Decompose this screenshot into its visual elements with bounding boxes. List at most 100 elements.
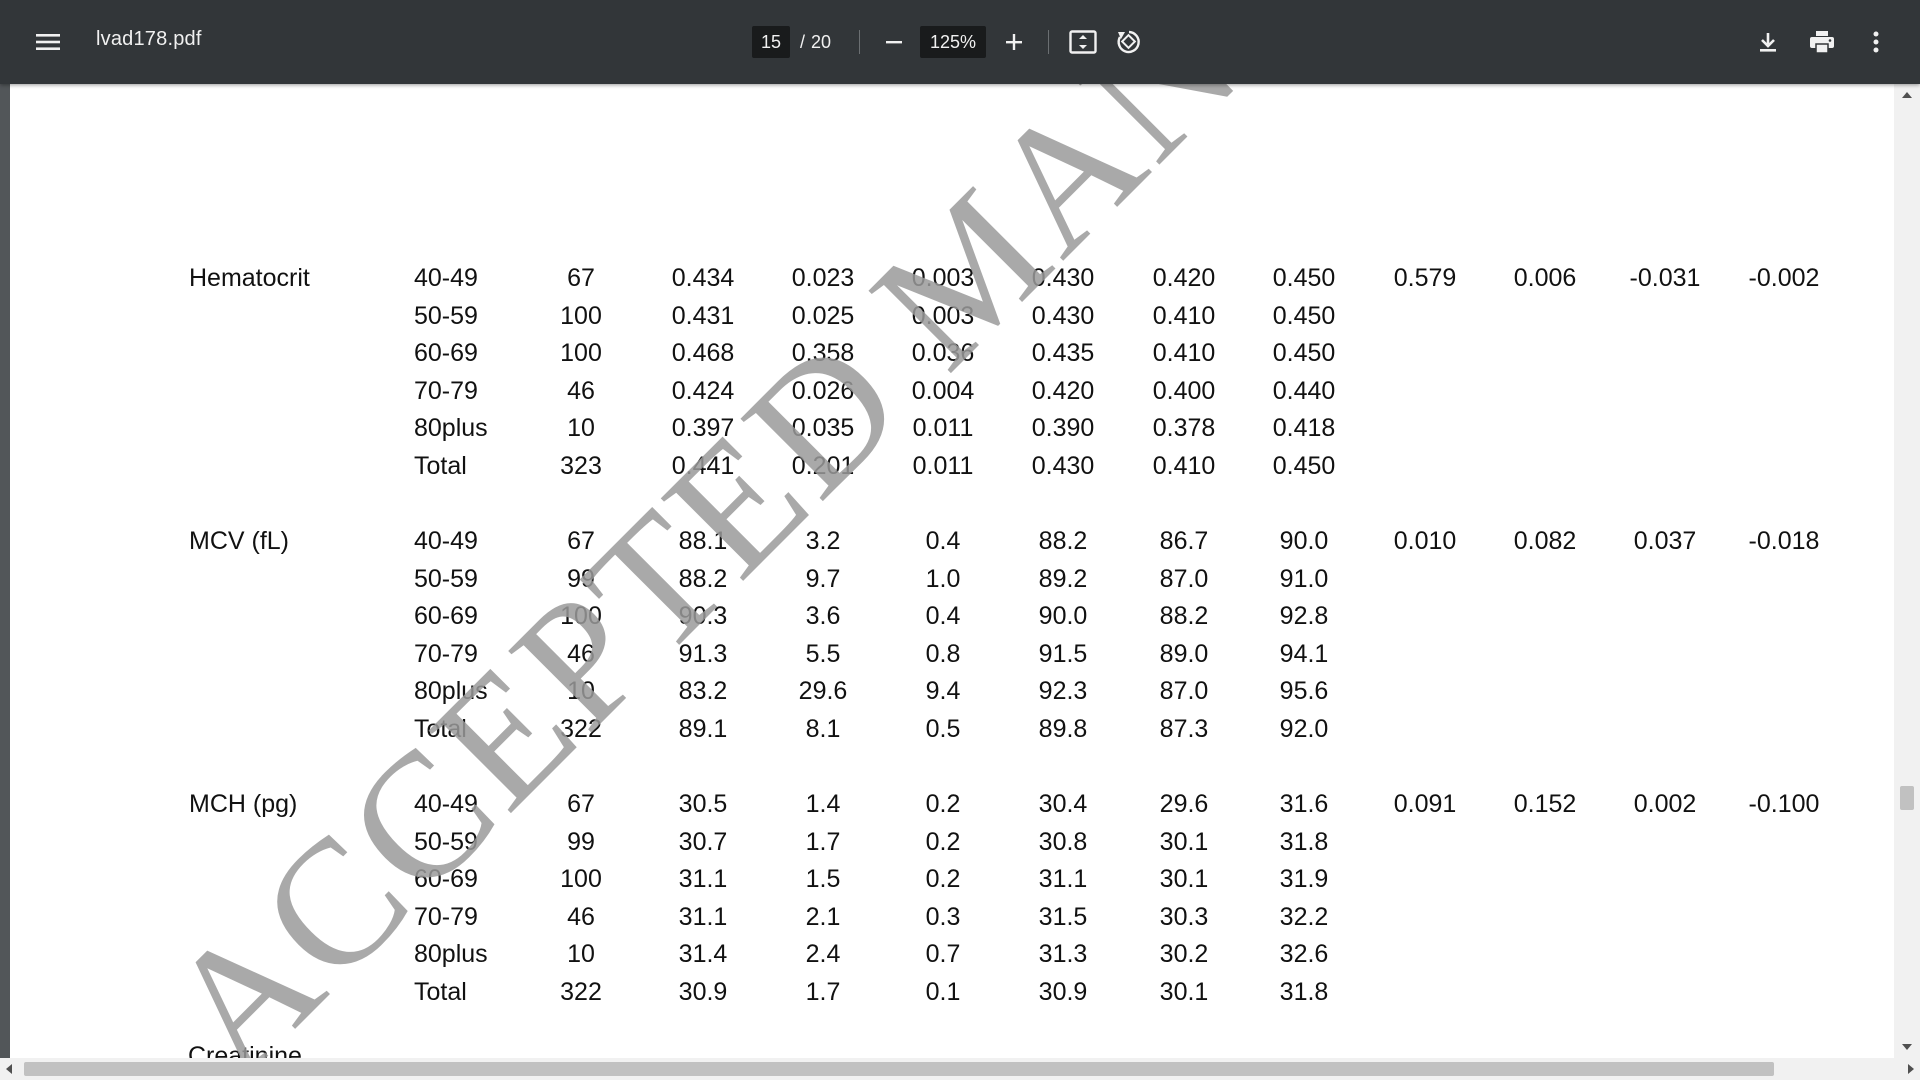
horizontal-scroll-thumb[interactable] — [24, 1062, 1774, 1076]
zoom-level-input[interactable]: 125% — [920, 26, 987, 58]
table-cell: 87.3 — [1159, 715, 1209, 743]
age-group-cell: 50-59 — [414, 827, 478, 856]
table-cell: 0.450 — [1272, 264, 1336, 292]
age-group-cell: 60-69 — [414, 865, 478, 894]
table-cell: 87.0 — [1159, 564, 1209, 593]
table-cell: 30.1 — [1159, 865, 1209, 894]
age-group-cell: 80plus — [414, 677, 488, 706]
table-cell: 0.004 — [911, 376, 975, 405]
age-group-cell: 80plus — [414, 414, 488, 443]
table-cell: 0.450 — [1272, 452, 1336, 480]
table-cell: 0.2 — [925, 827, 961, 856]
table-cell: 30.9 — [678, 978, 728, 1006]
table-cell: 0.434 — [671, 264, 735, 292]
zoom-out-button[interactable] — [874, 22, 914, 62]
age-group-cell: 40-49 — [414, 264, 478, 292]
table-cell: 0.091 — [1393, 790, 1457, 818]
age-group-cell: 50-59 — [414, 301, 478, 330]
right-toolbar-controls — [1744, 18, 1900, 66]
table-cell: 29.6 — [1159, 790, 1209, 818]
scroll-right-arrow-icon[interactable] — [1908, 1064, 1914, 1074]
table-cell: 0.026 — [791, 376, 855, 405]
table-cell: 30.8 — [1038, 827, 1088, 856]
vertical-scrollbar[interactable] — [1894, 84, 1920, 1058]
table-cell: 2.4 — [805, 940, 841, 969]
table-cell: 89.8 — [1038, 715, 1088, 743]
table-cell: 31.4 — [678, 940, 728, 969]
table-cell: 0.441 — [671, 452, 735, 480]
table-cell: 0.035 — [791, 414, 855, 443]
table-cell: 9.4 — [925, 677, 961, 706]
table-cell: 0.410 — [1152, 452, 1216, 480]
table-cell: 90.0 — [1038, 602, 1088, 631]
total-pages: 20 — [811, 31, 832, 52]
rotate-button[interactable] — [1109, 22, 1149, 62]
table-cell: 95.6 — [1279, 677, 1329, 706]
table-cell: 100 — [560, 602, 602, 631]
menu-button[interactable] — [24, 18, 72, 66]
table-cell: 99 — [567, 827, 595, 856]
table-cell: 30.3 — [1159, 902, 1209, 931]
table-cell: 0.006 — [1513, 264, 1577, 292]
table-cell: 88.2 — [1159, 602, 1209, 631]
age-group-cell: 80plus — [414, 940, 488, 969]
table-cell: 0.036 — [911, 339, 975, 368]
table-cell: 86.7 — [1159, 527, 1209, 555]
age-group-cell: 40-49 — [414, 790, 478, 818]
table-cell: 100 — [560, 865, 602, 894]
table-cell: 31.1 — [678, 902, 728, 931]
row-group-label: MCH (pg) — [189, 790, 298, 818]
table-cell: 0.201 — [791, 452, 855, 480]
scroll-down-arrow-icon[interactable] — [1902, 1044, 1912, 1050]
table-cell: 0.5 — [925, 715, 961, 743]
table-cell: 31.8 — [1279, 978, 1329, 1006]
zoom-in-button[interactable] — [994, 22, 1034, 62]
table-cell: 46 — [567, 902, 595, 931]
vertical-scroll-thumb[interactable] — [1900, 786, 1914, 810]
plus-icon — [1006, 34, 1023, 50]
table-cell: 100 — [560, 339, 602, 368]
table-cell: 0.2 — [925, 865, 961, 894]
download-button[interactable] — [1744, 18, 1792, 66]
table-cell: 0.468 — [671, 339, 735, 368]
age-group-cell: 60-69 — [414, 339, 478, 368]
scroll-left-arrow-icon[interactable] — [6, 1064, 12, 1074]
table-cell: 0.082 — [1513, 527, 1577, 555]
table-cell: 99 — [567, 564, 595, 593]
print-button[interactable] — [1798, 18, 1846, 66]
page-number-input[interactable]: 15 — [752, 26, 790, 58]
horizontal-scrollbar[interactable] — [0, 1058, 1920, 1080]
table-cell: 31.9 — [1279, 865, 1329, 894]
fit-to-page-button[interactable] — [1063, 22, 1103, 62]
table-cell: 0.003 — [911, 301, 975, 330]
table-cell: 0.397 — [671, 414, 735, 443]
table-cell: 322 — [560, 715, 602, 743]
table-cell: 0.435 — [1031, 339, 1095, 368]
table-cell: 1.4 — [805, 790, 841, 818]
more-options-button[interactable] — [1852, 18, 1900, 66]
table-cell: 30.2 — [1159, 940, 1209, 969]
table-cell: 0.002 — [1633, 790, 1697, 818]
age-group-cell: 70-79 — [414, 902, 478, 931]
table-cell: 31.8 — [1279, 827, 1329, 856]
table-cell: 30.5 — [678, 790, 728, 818]
table-cell: 90.0 — [1279, 527, 1329, 555]
table-cell: 323 — [560, 452, 602, 480]
rotate-icon — [1117, 30, 1140, 54]
scroll-up-arrow-icon[interactable] — [1902, 92, 1912, 98]
table-cell: 0.1 — [925, 978, 961, 1006]
table-cell: 88.2 — [678, 564, 728, 593]
table-cell: 0.579 — [1393, 264, 1457, 292]
minus-icon — [886, 41, 903, 44]
age-group-cell: Total — [414, 452, 467, 480]
age-group-cell: 70-79 — [414, 639, 478, 668]
table-cell: 0.4 — [925, 602, 961, 631]
table-cell: 0.430 — [1031, 452, 1095, 480]
table-cell: 0.023 — [791, 264, 855, 292]
pdf-viewer[interactable]: Hematocrit 40-49 67 0.434 0.023 0.003 0.430 0.4… — [0, 84, 1920, 1080]
table-cell: 10 — [567, 940, 595, 969]
row-group-label: Hematocrit — [189, 264, 310, 292]
table-cell: 83.2 — [678, 677, 728, 706]
table-cell: 89.2 — [1038, 564, 1088, 593]
table-cell: 0.4 — [925, 527, 961, 555]
